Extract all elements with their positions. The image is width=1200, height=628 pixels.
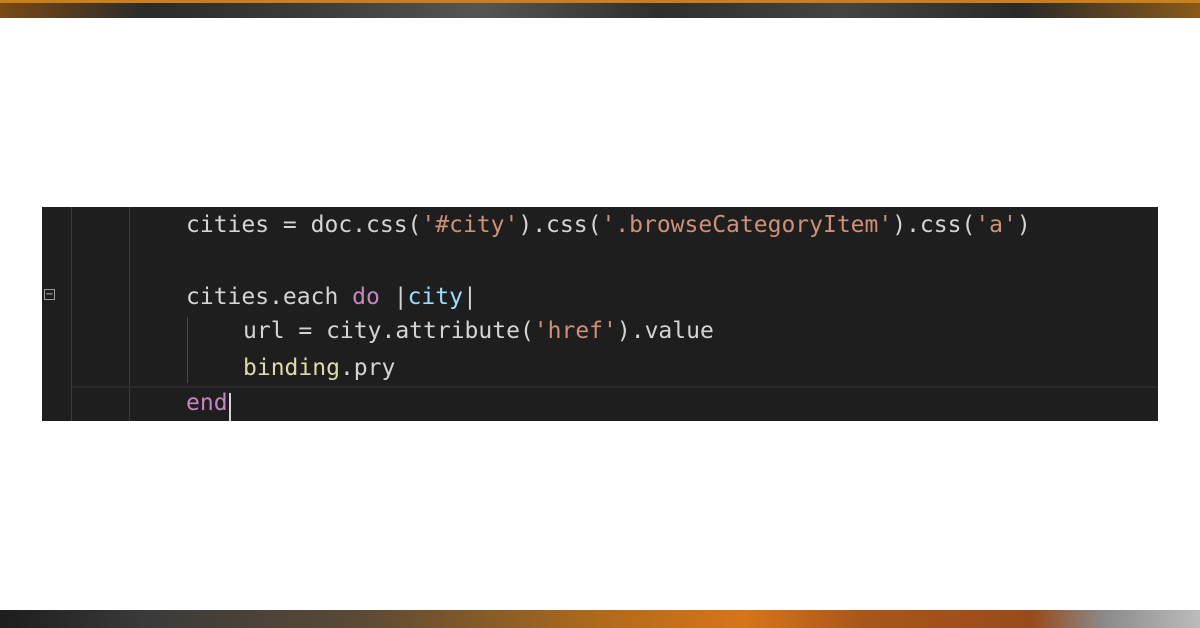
fold-collapse-glyph: − — [45, 289, 54, 300]
variable-token: city — [407, 284, 463, 310]
code-token: cities = doc.css( — [186, 212, 422, 238]
string-token: 'a' — [975, 212, 1017, 238]
keyword-token: do — [352, 284, 380, 310]
code-line-1: cities = doc.css('#city').css('.browseCa… — [186, 207, 1031, 243]
code-token: | — [462, 284, 477, 310]
code-line-4: url = city.attribute('href').value — [243, 313, 714, 349]
string-token: 'href' — [533, 318, 617, 344]
code-token: | — [379, 284, 408, 310]
fold-collapse-icon[interactable]: − — [44, 289, 55, 300]
code-token: ).css( — [518, 212, 602, 238]
code-editor[interactable]: − cities = doc.css('#city').css('.browse… — [42, 207, 1158, 421]
function-token: binding — [243, 355, 340, 381]
code-line-5: binding.pry — [243, 350, 395, 386]
code-token: ).value — [616, 318, 714, 344]
text-cursor — [229, 393, 231, 421]
string-token: '.browseCategoryItem' — [601, 212, 893, 238]
top-photo-strip — [0, 0, 1200, 18]
code-token: .pry — [339, 355, 396, 381]
code-token: ).css( — [892, 212, 976, 238]
indent-guide-block — [187, 317, 188, 383]
current-line-highlight — [72, 386, 1158, 421]
code-token: ) — [1016, 212, 1031, 238]
code-line-3: cities.each do |city| — [186, 279, 477, 315]
code-token: cities.each — [186, 284, 353, 310]
keyword-token: end — [186, 390, 228, 416]
string-token: '#city' — [421, 212, 519, 238]
code-line-6: end — [186, 385, 228, 421]
bottom-photo-strip — [0, 610, 1200, 628]
code-token: url = city.attribute( — [243, 318, 534, 344]
